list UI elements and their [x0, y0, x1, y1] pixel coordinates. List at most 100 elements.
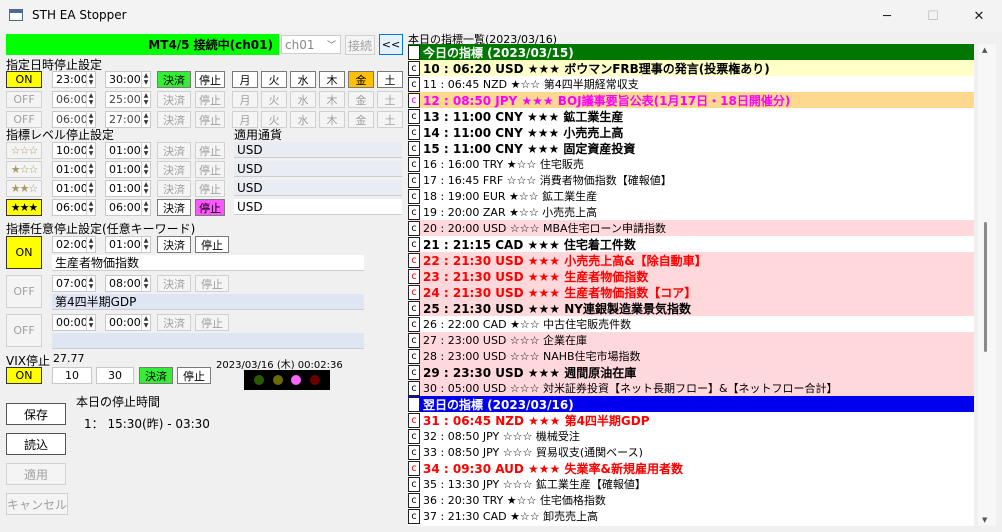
apply-button[interactable]: 適用 [6, 463, 66, 485]
row-c-marker[interactable]: c [408, 236, 420, 252]
row-c-marker[interactable]: c [408, 188, 420, 204]
day-toggle[interactable]: 木 [319, 111, 345, 128]
indicator-row[interactable]: c 25 : 21:30 USD ★★★ NY連銀製造業景気指数 [408, 300, 974, 316]
keyword-to[interactable]: 00:00 ▲ ▼ [105, 314, 151, 331]
indicator-row[interactable]: c 17 : 16:45 FRF ☆☆☆ 消費者物価指数【確報値】 [408, 172, 974, 188]
schedule-from[interactable]: 06:00 ▲ ▼ [52, 91, 96, 108]
vix-toggle[interactable]: ON [6, 367, 42, 384]
spinner-arrows-icon[interactable]: ▲ ▼ [86, 143, 95, 158]
indicator-row[interactable]: c 16 : 16:00 TRY ★☆☆ 住宅販売 [408, 156, 974, 172]
day-toggle[interactable]: 金 [348, 71, 374, 88]
row-c-marker[interactable]: c [408, 428, 420, 444]
indicator-row[interactable]: c 24 : 21:30 USD ★★★ 生産者物価指数【コア】 [408, 284, 974, 300]
spinner-arrows-icon[interactable]: ▲ ▼ [141, 112, 150, 127]
spinner-arrows-icon[interactable]: ▲ ▼ [86, 276, 95, 291]
level-settle-button[interactable]: 決済 [157, 142, 191, 159]
level-from[interactable]: 01:00 ▲ ▼ [52, 161, 96, 178]
indicator-row[interactable]: c 14 : 11:00 CNY ★★★ 小売売上高 [408, 124, 974, 140]
level-from[interactable]: 06:00 ▲ ▼ [52, 199, 96, 216]
row-c-marker[interactable]: c [408, 76, 420, 92]
spinner-arrows-icon[interactable]: ▲ ▼ [141, 181, 150, 196]
schedule-from[interactable]: 23:00 ▲ ▼ [52, 71, 96, 88]
row-c-marker[interactable]: c [408, 396, 420, 412]
row-c-marker[interactable]: c [408, 156, 420, 172]
vix-threshold-input[interactable]: 10 [52, 367, 92, 384]
indicator-row[interactable]: c 27 : 23:00 USD ☆☆☆ 企業在庫 [408, 332, 974, 348]
keyword-toggle[interactable]: ON [6, 236, 42, 269]
row-c-marker[interactable]: c [408, 172, 420, 188]
day-toggle[interactable]: 火 [261, 71, 287, 88]
level-settle-button[interactable]: 決済 [157, 161, 191, 178]
level-stop-button[interactable]: 停止 [195, 161, 225, 178]
row-c-marker[interactable]: c [408, 508, 420, 524]
level-stars-toggle[interactable]: ★★★ [6, 199, 42, 216]
row-c-marker[interactable]: c [408, 332, 420, 348]
indicator-row[interactable]: c 36 : 20:30 TRY ★☆☆ 住宅価格指数 [408, 492, 974, 508]
cancel-button[interactable]: キャンセル [6, 493, 68, 515]
keyword-to[interactable]: 01:00 ▲ ▼ [105, 236, 151, 253]
row-c-marker[interactable]: c [408, 316, 420, 332]
keyword-stop-button[interactable]: 停止 [195, 236, 229, 253]
spinner-arrows-icon[interactable]: ▲ ▼ [141, 200, 150, 215]
level-stars-toggle[interactable]: ★☆☆ [6, 161, 42, 178]
row-c-marker[interactable]: c [408, 412, 420, 428]
channel-select[interactable]: ch01 ﹀ [281, 35, 341, 54]
indicator-row[interactable]: c 10 : 06:20 USD ★★★ ボウマンFRB理事の発言(投票権あり) [408, 60, 974, 76]
indicator-row[interactable]: c 35 : 13:30 JPY ☆☆☆ 鉱工業生産【確報値】 [408, 476, 974, 492]
level-stars-toggle[interactable]: ☆☆☆ [6, 142, 42, 159]
day-toggle[interactable]: 水 [290, 91, 316, 108]
level-currency-field[interactable]: USD [234, 161, 402, 177]
load-button[interactable]: 読込 [6, 433, 66, 455]
day-toggle[interactable]: 月 [232, 91, 258, 108]
row-c-marker[interactable]: c [408, 444, 420, 460]
indicator-row[interactable]: c 28 : 23:00 USD ☆☆☆ NAHB住宅市場指数 [408, 348, 974, 364]
row-c-marker[interactable]: c [408, 252, 420, 268]
schedule-settle-button[interactable]: 決済 [157, 91, 191, 108]
level-currency-field[interactable]: USD [234, 199, 402, 215]
day-toggle[interactable]: 月 [232, 71, 258, 88]
keyword-toggle[interactable]: OFF [6, 314, 42, 347]
day-toggle[interactable]: 土 [377, 71, 403, 88]
spinner-arrows-icon[interactable]: ▲ ▼ [141, 143, 150, 158]
keyword-settle-button[interactable]: 決済 [157, 236, 191, 253]
spinner-arrows-icon[interactable]: ▲ ▼ [141, 92, 150, 107]
schedule-stop-button[interactable]: 停止 [195, 91, 225, 108]
spinner-arrows-icon[interactable]: ▲ ▼ [141, 276, 150, 291]
row-c-marker[interactable]: c [408, 60, 420, 76]
keyword-to[interactable]: 08:00 ▲ ▼ [105, 275, 151, 292]
row-c-marker[interactable]: c [408, 204, 420, 220]
indicator-row[interactable]: c 33 : 08:50 JPY ☆☆☆ 貿易収支(通関ベース) [408, 444, 974, 460]
keyword-stop-button[interactable]: 停止 [195, 314, 229, 331]
keyword-input[interactable]: 生産者物価指数 [52, 255, 364, 271]
day-toggle[interactable]: 木 [319, 71, 345, 88]
level-stop-button[interactable]: 停止 [195, 180, 225, 197]
row-c-marker[interactable]: c [408, 380, 420, 396]
schedule-settle-button[interactable]: 決済 [157, 71, 191, 88]
level-to[interactable]: 01:00 ▲ ▼ [105, 180, 151, 197]
day-toggle[interactable]: 火 [261, 91, 287, 108]
indicator-row[interactable]: c 11 : 06:45 NZD ★☆☆ 第4四半期経常収支 [408, 76, 974, 92]
schedule-stop-button[interactable]: 停止 [195, 71, 225, 88]
vix-settle-button[interactable]: 決済 [139, 367, 173, 384]
collapse-button[interactable]: << [379, 34, 403, 55]
row-c-marker[interactable]: c [408, 364, 420, 380]
schedule-stop-button[interactable]: 停止 [195, 111, 225, 128]
level-settle-button[interactable]: 決済 [157, 180, 191, 197]
level-to[interactable]: 01:00 ▲ ▼ [105, 142, 151, 159]
keyword-stop-button[interactable]: 停止 [195, 275, 229, 292]
indicator-row[interactable]: c 31 : 06:45 NZD ★★★ 第4四半期GDP [408, 412, 974, 428]
maximize-button[interactable]: ☐ [910, 0, 956, 32]
spinner-arrows-icon[interactable]: ▲ ▼ [141, 162, 150, 177]
row-c-marker[interactable]: c [408, 460, 420, 476]
row-c-marker[interactable]: c [408, 476, 420, 492]
save-button[interactable]: 保存 [6, 403, 66, 425]
row-c-marker[interactable]: c [408, 108, 420, 124]
scroll-down-icon[interactable]: ▼ [982, 516, 987, 524]
row-c-marker[interactable]: c [408, 124, 420, 140]
level-currency-field[interactable]: USD [234, 180, 402, 196]
level-settle-button[interactable]: 決済 [157, 199, 191, 216]
row-c-marker[interactable]: c [408, 492, 420, 508]
indicator-row[interactable]: c 37 : 21:30 CAD ★☆☆ 卸売売上高 [408, 508, 974, 524]
row-c-marker[interactable]: c [408, 300, 420, 316]
level-from[interactable]: 10:00 ▲ ▼ [52, 142, 96, 159]
